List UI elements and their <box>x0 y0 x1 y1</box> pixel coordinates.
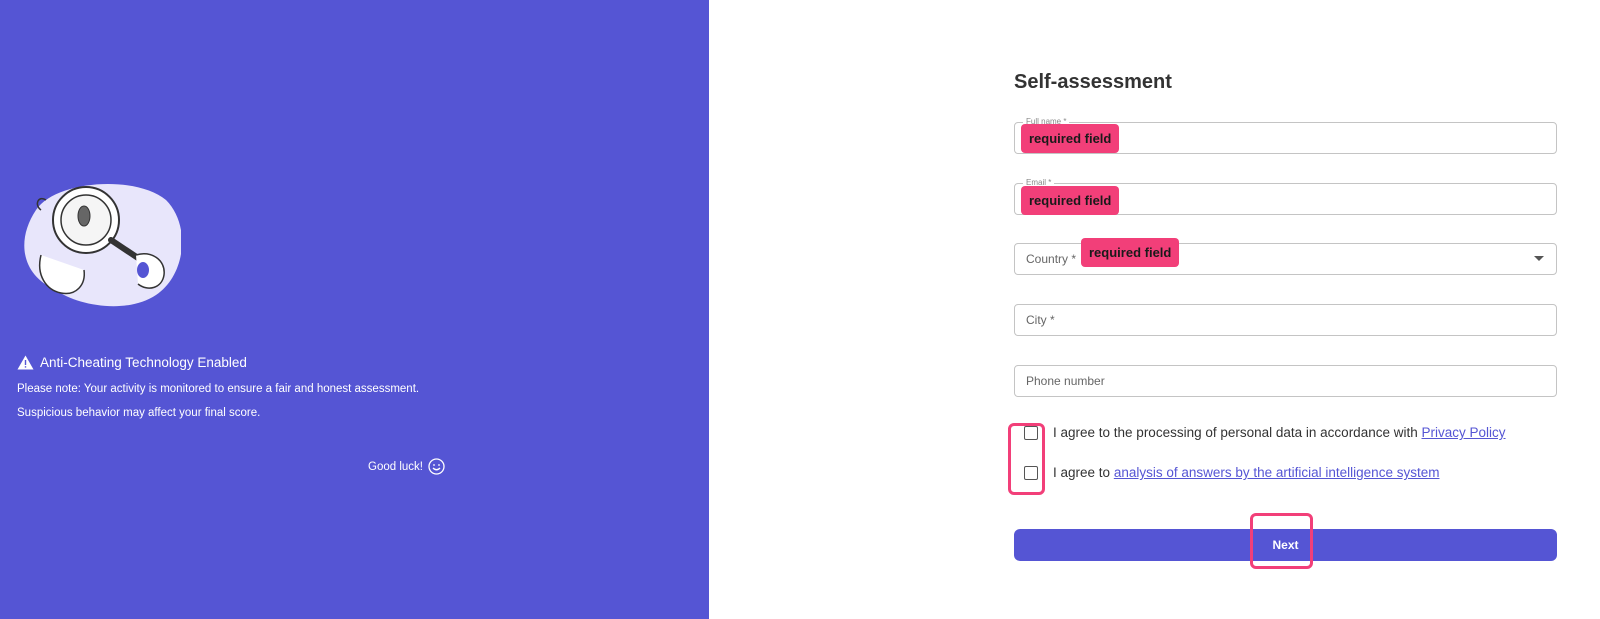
magnifier-mascot-illustration <box>24 184 181 307</box>
form-title: Self-assessment <box>1014 71 1172 93</box>
email-required-badge: required field <box>1021 186 1120 215</box>
phone-field[interactable]: Phone number <box>1014 365 1557 397</box>
next-button-highlight-box <box>1250 513 1313 569</box>
self-assessment-form: Self-assessment Full name * required fie… <box>1008 68 1557 569</box>
consent-ai-row: I agree to analysis of answers by the ar… <box>1014 465 1439 480</box>
left-panel: Anti-Cheating Technology Enabled Please … <box>0 0 709 619</box>
notice-line-2: Suspicious behavior may affect your fina… <box>17 407 261 419</box>
notice-title-row: Anti-Cheating Technology Enabled <box>17 355 677 370</box>
consent-privacy-text: I agree to the processing of personal da… <box>1053 425 1418 440</box>
notice-line-1: Please note: Your activity is monitored … <box>17 383 420 395</box>
chevron-down-icon[interactable] <box>1534 256 1544 261</box>
checkbox-highlight-box <box>1008 423 1045 495</box>
phone-placeholder: Phone number <box>1026 374 1105 388</box>
privacy-policy-link[interactable]: Privacy Policy <box>1422 425 1506 440</box>
ai-analysis-link[interactable]: analysis of answers by the artificial in… <box>1114 465 1440 480</box>
city-field[interactable]: City * <box>1014 304 1557 336</box>
country-required-badge: required field <box>1081 238 1180 267</box>
good-luck-message: Good luck! <box>368 458 445 475</box>
city-placeholder: City * <box>1026 313 1055 327</box>
country-label: Country * <box>1026 252 1077 266</box>
notice-title: Anti-Cheating Technology Enabled <box>40 355 247 370</box>
full-name-required-badge: required field <box>1021 124 1120 153</box>
consent-privacy-row: I agree to the processing of personal da… <box>1014 425 1506 440</box>
anti-cheating-notice: Anti-Cheating Technology Enabled Please … <box>17 355 677 425</box>
warning-icon <box>17 355 34 370</box>
good-luck-text: Good luck! <box>368 460 423 473</box>
smiley-icon <box>428 458 445 475</box>
consent-ai-text: I agree to <box>1053 465 1111 480</box>
